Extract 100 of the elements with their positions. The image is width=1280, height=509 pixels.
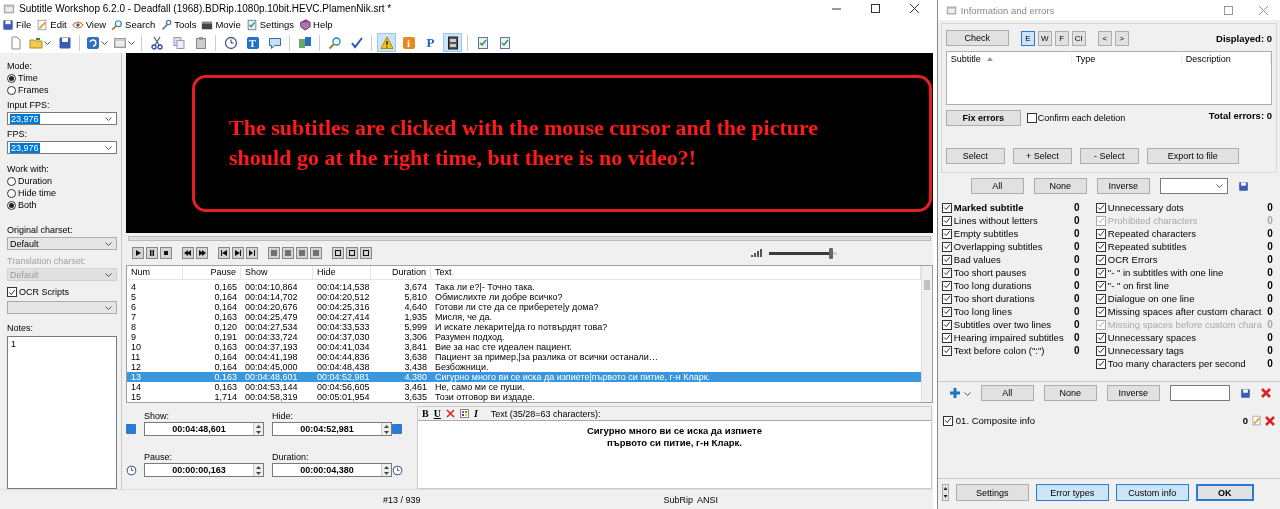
underline-button[interactable]: U	[433, 408, 441, 419]
filter-toggle[interactable]: CI	[1071, 30, 1086, 46]
select-button[interactable]: - Select	[1079, 148, 1139, 164]
pause-field[interactable]: 00:00:00,163	[144, 463, 264, 477]
dialog-button[interactable]: Error types	[1035, 484, 1109, 501]
menu-item[interactable]: File	[2, 18, 32, 31]
toolbar-button[interactable]	[443, 33, 462, 52]
checkbox[interactable]	[1026, 113, 1037, 123]
filter-toggle[interactable]: W	[1037, 30, 1052, 46]
player-button[interactable]	[346, 247, 358, 259]
column-header[interactable]: Subtitle	[946, 54, 1072, 64]
player-button[interactable]	[232, 247, 244, 259]
table-row[interactable]: 7 0,163 00:04:25,479 00:04:27,414 1,935 Мисля, че да.	[127, 312, 921, 322]
maximize-icon[interactable]	[870, 4, 880, 13]
player-button[interactable]	[218, 247, 230, 259]
notes-field[interactable]: 1	[7, 336, 117, 489]
close-icon[interactable]	[909, 4, 919, 13]
table-row[interactable]: 5 0,164 00:04:14,702 00:04:20,512 5,810 Обмислихте ли добре всичко?	[127, 292, 921, 302]
column-header[interactable]: Description	[1181, 54, 1271, 64]
checkbox[interactable]	[1095, 345, 1106, 356]
player-button[interactable]	[182, 247, 194, 259]
dialog-button[interactable]: Custom info	[1115, 484, 1189, 501]
player-button[interactable]	[160, 247, 172, 259]
spinner-icon[interactable]	[381, 464, 391, 476]
menu-item[interactable]: View	[71, 18, 107, 31]
player-button[interactable]	[332, 247, 344, 259]
spinner-icon[interactable]	[253, 464, 263, 476]
checkbox[interactable]	[941, 228, 952, 239]
column-header[interactable]: Num	[127, 266, 183, 279]
checkbox[interactable]	[1095, 280, 1106, 291]
checkbox[interactable]	[941, 306, 952, 317]
table-row[interactable]: 10 0,163 00:04:37,193 00:04:41,034 3,841 Вие за нас сте идеален пациент.	[127, 342, 921, 352]
scroll-arrows-icon[interactable]	[941, 484, 949, 501]
checkbox[interactable]	[941, 215, 952, 226]
table-row[interactable]: 9 0,191 00:04:33,724 00:04:37,030 3,306 Разумен подход.	[127, 332, 921, 342]
column-header[interactable]: Type	[1071, 54, 1182, 64]
toolbar-button[interactable]: P	[421, 33, 440, 52]
checkbox[interactable]	[7, 287, 17, 297]
dialog-button[interactable]: Settings	[955, 484, 1029, 501]
plus-icon[interactable]	[949, 388, 960, 398]
custom-info-field[interactable]	[1169, 385, 1230, 401]
checkbox[interactable]	[941, 254, 952, 265]
fps-dropdown[interactable]: 23,976	[7, 141, 117, 154]
menu-item[interactable]: Movie	[201, 18, 241, 31]
checkbox[interactable]	[941, 202, 952, 213]
filter-button[interactable]: None	[1033, 178, 1087, 194]
nav-button[interactable]: >	[1114, 30, 1129, 46]
table-row[interactable]: 11 0,164 00:04:41,198 00:04:44,836 3,638 Пациент за пример,|за разлика от всички останали…	[127, 352, 921, 362]
checkbox[interactable]	[1095, 267, 1106, 278]
select-button[interactable]: Select	[945, 148, 1005, 164]
checkbox[interactable]	[941, 345, 952, 356]
table-row[interactable]: 8 0,120 00:04:27,534 00:04:33,533 5,999 И искате лекарите|да го потвърдят това?	[127, 322, 921, 332]
menu-item[interactable]: Edit	[36, 18, 67, 31]
checkbox[interactable]	[941, 280, 952, 291]
menu-item[interactable]: Tools	[160, 18, 197, 31]
player-button[interactable]	[246, 247, 258, 259]
column-header[interactable]: Pause	[183, 266, 241, 279]
fix-errors-button[interactable]: Fix errors	[945, 110, 1021, 126]
delete-icon[interactable]	[1260, 388, 1271, 398]
custom-filter-button[interactable]: None	[1043, 385, 1097, 401]
checkbox[interactable]	[1095, 202, 1106, 213]
select-button[interactable]: Export to file	[1146, 148, 1239, 164]
bold-button[interactable]: B	[422, 408, 429, 419]
custom-filter-button[interactable]: All	[980, 385, 1034, 401]
filter-button[interactable]: Inverse	[1096, 178, 1150, 194]
checkbox[interactable]	[941, 319, 952, 330]
preset-dropdown[interactable]	[1159, 178, 1228, 194]
column-header[interactable]: Show	[241, 266, 313, 279]
subtitle-text-field[interactable]: Сигурно много ви се иска да изпиете първото си питие, г-н Кларк.	[418, 420, 931, 488]
filter-toggle[interactable]: F	[1054, 30, 1069, 46]
column-header[interactable]: Duration	[371, 266, 431, 279]
show-time-field[interactable]: 00:04:48,601	[144, 422, 264, 436]
menu-item[interactable]: Search	[111, 18, 156, 31]
spinner-icon[interactable]	[381, 423, 391, 435]
spinner-icon[interactable]	[253, 423, 263, 435]
table-row[interactable]: 12 0,164 00:04:45,000 00:04:48,438 3,438 Безбожници.	[127, 362, 921, 372]
check-button[interactable]: Check	[945, 30, 1009, 46]
table-row[interactable]: 15 1,714 00:04:58,319 00:05:01,954 3,635 Този отговор ви издаде.	[127, 392, 921, 402]
checkbox[interactable]	[1095, 358, 1106, 369]
checkbox[interactable]	[1095, 306, 1106, 317]
player-button[interactable]	[132, 247, 144, 259]
menu-item[interactable]: Help	[299, 18, 333, 31]
color-palette-icon[interactable]	[459, 409, 469, 418]
delete-icon[interactable]	[1265, 415, 1275, 426]
dialog-button[interactable]: OK	[1195, 484, 1254, 501]
column-header[interactable]: Text	[431, 266, 921, 279]
menu-item[interactable]: Settings	[245, 18, 295, 31]
custom-filter-button[interactable]: Inverse	[1106, 385, 1160, 401]
checkbox[interactable]	[941, 267, 952, 278]
select-button[interactable]: + Select	[1012, 148, 1072, 164]
nav-button[interactable]: <	[1097, 30, 1112, 46]
filter-button[interactable]: All	[970, 178, 1024, 194]
table-row[interactable]: 4 0,165 00:04:10,864 00:04:14,538 3,674 Така ли е?|- Точно така.	[127, 282, 921, 292]
delete-icon[interactable]	[445, 409, 455, 418]
checkbox[interactable]	[941, 332, 952, 343]
filter-toggle[interactable]: E	[1020, 30, 1035, 46]
hide-time-field[interactable]: 00:04:52,981	[272, 422, 392, 436]
checkbox[interactable]	[942, 415, 953, 426]
italic-button[interactable]: I	[473, 408, 478, 419]
checkbox[interactable]	[1095, 332, 1106, 343]
